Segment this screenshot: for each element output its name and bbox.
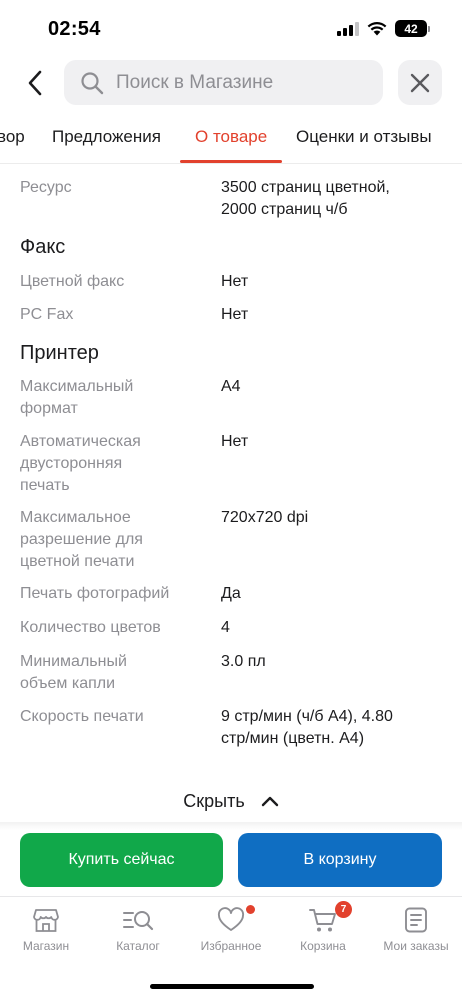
section-title-fax: Факс (20, 236, 66, 258)
nav-label: Избранное (200, 939, 262, 953)
nav-item-orders[interactable]: Мои заказы (370, 905, 462, 953)
divider (0, 822, 462, 830)
nav-item-store[interactable]: Магазин (0, 905, 92, 953)
product-tabs: вор Предложения О товаре Оценки и отзывы (0, 112, 462, 164)
favorites-badge-dot (246, 905, 255, 914)
spec-label: Максимальное разрешение для цветной печа… (20, 509, 143, 570)
search-input[interactable] (116, 71, 366, 94)
spec-label: Количество цветов (20, 619, 161, 636)
cart-icon (309, 909, 336, 932)
spec-value: Нет (221, 306, 249, 323)
spec-value: 4 (221, 619, 230, 636)
back-button[interactable] (20, 66, 50, 100)
hide-label: Скрыть (183, 790, 245, 811)
home-indicator (150, 984, 314, 989)
cellular-signal-icon (337, 21, 359, 36)
search-box[interactable] (64, 60, 383, 105)
nav-label: Каталог (116, 939, 160, 953)
buy-now-button[interactable]: Купить сейчас (20, 833, 223, 887)
spec-value: A4 (221, 378, 241, 395)
spec-label: Печать фотографий (20, 585, 170, 602)
nav-item-catalog[interactable]: Каталог (92, 905, 184, 953)
battery-icon: 42 (395, 20, 430, 37)
tab-overview[interactable]: вор (0, 127, 25, 147)
spec-label: Автоматическая двусторонняя печать (20, 433, 141, 494)
spec-value: Нет (221, 273, 249, 290)
spec-label: Максимальный формат (20, 378, 134, 417)
chevron-left-icon (28, 70, 42, 96)
spec-value: 3.0 пл (221, 653, 266, 670)
orders-icon (405, 907, 427, 933)
spec-label: Ресурс (20, 179, 72, 196)
tab-about-product[interactable]: О товаре (195, 127, 267, 147)
spec-value: Да (221, 585, 241, 602)
active-tab-indicator (180, 160, 282, 163)
spec-label: Минимальный объем капли (20, 653, 127, 692)
spec-label: PC Fax (20, 306, 74, 323)
spec-label: Цветной факс (20, 273, 125, 290)
nav-label: Корзина (300, 939, 346, 953)
tab-offers[interactable]: Предложения (52, 127, 161, 147)
spec-value: 9 стр/мин (ч/б А4), 4.80 стр/мин (цветн.… (221, 708, 393, 747)
battery-level: 42 (395, 20, 427, 37)
status-icons: 42 (337, 20, 430, 37)
section-title-printer: Принтер (20, 342, 99, 364)
wifi-icon (367, 22, 387, 36)
cart-badge-count: 7 (335, 901, 352, 918)
nav-label: Магазин (22, 939, 70, 953)
add-to-cart-button[interactable]: В корзину (238, 833, 442, 887)
tab-reviews[interactable]: Оценки и отзывы (296, 127, 432, 147)
bottom-nav: Магазин Каталог Избранное 7 Корзина Мои … (0, 896, 462, 962)
nav-item-cart[interactable]: 7 Корзина (277, 901, 369, 953)
close-search-button[interactable] (398, 60, 442, 105)
chevron-up-icon (261, 796, 278, 807)
catalog-search-icon (123, 911, 154, 931)
product-specs: Ресурс 3500 страниц цветной, 2000 страни… (0, 164, 462, 824)
search-icon (81, 71, 104, 94)
status-bar: 02:54 42 (0, 0, 462, 56)
status-time: 02:54 (48, 18, 101, 40)
spec-label: Скорость печати (20, 708, 144, 725)
nav-label: Мои заказы (383, 939, 449, 953)
spec-value: 3500 страниц цветной, 2000 страниц ч/б (221, 179, 390, 218)
nav-item-favorites[interactable]: Избранное (185, 905, 277, 953)
spec-value: 720x720 dpi (221, 509, 309, 526)
spec-value: Нет (221, 433, 249, 450)
hide-specs-toggle[interactable]: Скрыть (0, 786, 462, 816)
heart-icon (217, 907, 245, 931)
close-icon (410, 73, 430, 92)
store-icon (33, 909, 59, 932)
search-header (0, 60, 462, 106)
